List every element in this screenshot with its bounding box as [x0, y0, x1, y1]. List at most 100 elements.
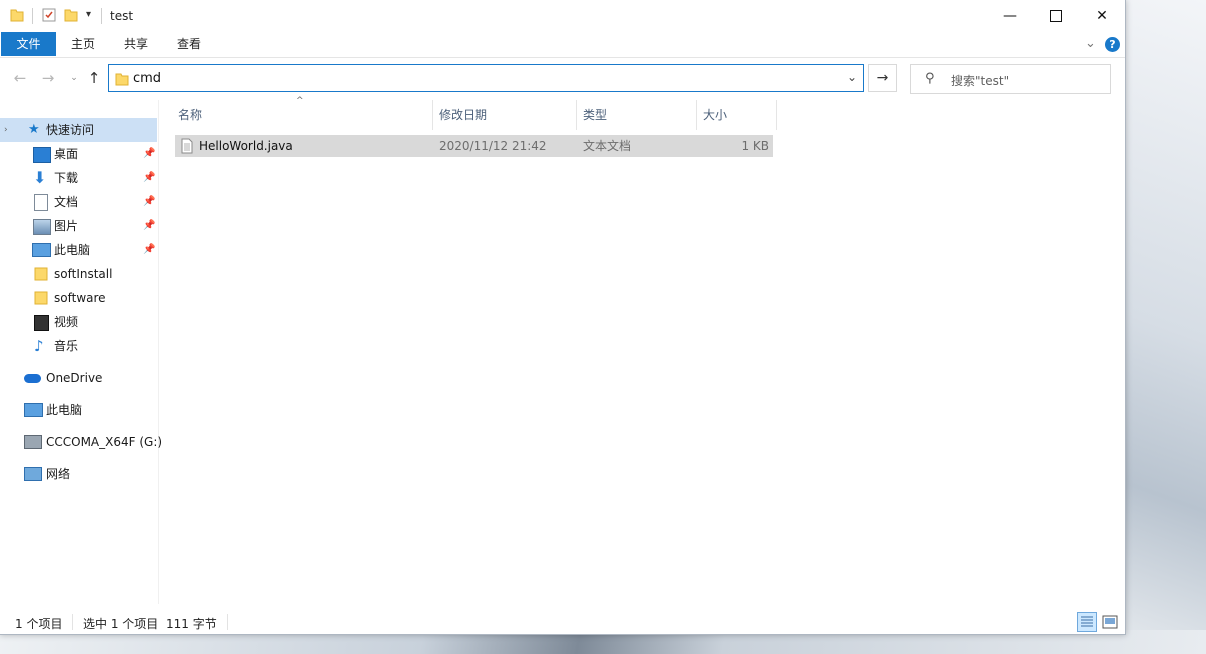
maximize-button[interactable] — [1033, 0, 1079, 32]
large-icons-view-button[interactable] — [1100, 612, 1120, 632]
tab-view[interactable]: 查看 — [166, 32, 212, 56]
sidebar-item-pictures[interactable]: 图片 📌 — [0, 214, 157, 238]
close-icon: ✕ — [1096, 8, 1108, 24]
sidebar-item-documents[interactable]: 文档 📌 — [0, 190, 157, 214]
customize-toolbar-icon[interactable]: ▾ — [86, 9, 91, 20]
folder-icon — [115, 73, 129, 86]
sidebar-item-label: 下载 — [54, 171, 79, 185]
file-explorer-window: ▾ test — ✕ 文件 主页 共享 查看 ⌄ ? ← → ⌄ ↑ cmd ⌄… — [0, 0, 1126, 635]
sidebar-item-drive-g[interactable]: CCCOMA_X64F (G:) — [0, 430, 162, 454]
sidebar-item-label: 视频 — [54, 315, 79, 329]
pictures-icon — [33, 219, 51, 235]
recent-locations-button[interactable]: ⌄ — [66, 70, 82, 86]
collapse-icon[interactable]: › — [4, 118, 8, 142]
sidebar-item-quick-access[interactable]: › ★ 快速访问 — [0, 118, 157, 142]
sidebar-item-thispc[interactable]: 此电脑 — [0, 398, 157, 422]
folder-icon — [10, 9, 24, 22]
status-bar: 1 个项目 选中 1 个项目 111 字节 — [0, 610, 1125, 634]
new-folder-icon[interactable] — [64, 8, 78, 22]
details-view-icon — [1081, 616, 1093, 627]
cloud-icon — [24, 374, 41, 383]
ribbon-tabs: 文件 主页 共享 查看 ⌄ ? — [0, 32, 1125, 58]
download-icon: ⬇ — [33, 168, 47, 187]
status-separator — [227, 614, 228, 630]
sidebar-item-downloads[interactable]: ⬇ 下载 📌 — [0, 166, 157, 190]
large-icons-view-icon — [1102, 615, 1118, 629]
column-header-size[interactable]: 大小 — [695, 100, 777, 130]
text-file-icon — [181, 138, 193, 154]
ribbon-expand-button[interactable]: ⌄ — [1085, 36, 1096, 51]
address-dropdown-icon[interactable]: ⌄ — [847, 70, 857, 84]
pane-divider[interactable] — [158, 100, 159, 604]
star-icon: ★ — [28, 122, 40, 137]
column-header-name[interactable]: 名称 — [170, 100, 433, 130]
file-modified: 2020/11/12 21:42 — [439, 139, 547, 153]
up-button[interactable]: ↑ — [86, 70, 102, 86]
sidebar-item-network[interactable]: 网络 — [0, 462, 157, 486]
sidebar-item-desktop[interactable]: 桌面 📌 — [0, 142, 157, 166]
file-size: 1 KB — [741, 139, 769, 153]
search-box[interactable]: ⚲ 搜索"test" — [910, 64, 1111, 94]
status-separator — [72, 614, 73, 630]
details-view-button[interactable] — [1077, 612, 1097, 632]
sidebar-item-thispc-pinned[interactable]: 此电脑 📌 — [0, 238, 157, 262]
computer-icon — [24, 403, 43, 417]
sidebar-item-videos[interactable]: 视频 — [0, 310, 157, 334]
close-button[interactable]: ✕ — [1079, 0, 1125, 32]
sidebar-item-label: softInstall — [54, 267, 113, 281]
drive-icon — [24, 435, 42, 449]
desktop-icon — [33, 147, 51, 163]
address-bar[interactable]: cmd ⌄ — [108, 64, 864, 92]
properties-icon[interactable] — [42, 8, 56, 22]
computer-icon — [32, 243, 51, 257]
search-placeholder[interactable]: 搜索"test" — [951, 72, 1009, 89]
sidebar-item-label: 图片 — [54, 219, 79, 233]
column-header-modified[interactable]: 修改日期 — [431, 100, 577, 130]
sidebar-item-onedrive[interactable]: OneDrive — [0, 366, 157, 390]
sidebar-item-label: 文档 — [54, 195, 79, 209]
sidebar-item-label: 此电脑 — [46, 403, 83, 417]
pin-icon: 📌 — [143, 244, 156, 255]
desktop-background — [1125, 0, 1206, 654]
title-bar: ▾ test — ✕ — [0, 0, 1125, 32]
sidebar-item-label: 音乐 — [54, 339, 79, 353]
toolbar-separator — [32, 8, 33, 24]
status-size: 111 字节 — [166, 617, 217, 631]
back-button[interactable]: ← — [12, 70, 28, 86]
document-icon — [34, 194, 48, 211]
tab-file[interactable]: 文件 — [1, 32, 56, 56]
address-path[interactable]: cmd — [133, 71, 161, 86]
window-title: test — [110, 9, 134, 23]
sidebar-item-label: CCCOMA_X64F (G:) — [46, 435, 163, 449]
minimize-button[interactable]: — — [987, 0, 1033, 32]
go-button[interactable]: → — [868, 64, 897, 92]
help-icon[interactable]: ? — [1105, 37, 1120, 52]
maximize-icon — [1050, 10, 1062, 22]
search-icon: ⚲ — [925, 71, 935, 86]
toolbar-separator — [101, 8, 102, 24]
sidebar-item-music[interactable]: ♪ 音乐 — [0, 334, 157, 358]
sidebar-item-software[interactable]: software — [0, 286, 157, 310]
pin-icon: 📌 — [143, 148, 156, 159]
status-item-count: 1 个项目 — [15, 617, 63, 631]
network-icon — [24, 467, 42, 481]
tab-home[interactable]: 主页 — [60, 32, 106, 56]
table-row[interactable]: HelloWorld.java 2020/11/12 21:42 文本文档 1 … — [175, 135, 773, 157]
status-selected: 选中 1 个项目 — [83, 617, 159, 631]
sidebar-item-label: OneDrive — [46, 371, 103, 385]
file-name[interactable]: HelloWorld.java — [199, 135, 293, 157]
music-icon: ♪ — [34, 337, 44, 355]
minimize-icon: — — [1003, 8, 1017, 24]
pin-icon: 📌 — [143, 196, 156, 207]
pin-icon: 📌 — [143, 220, 156, 231]
sidebar-item-label: 此电脑 — [54, 243, 91, 257]
video-icon — [34, 315, 49, 331]
folder-icon — [34, 267, 48, 281]
sidebar-item-label: software — [54, 291, 106, 305]
forward-button[interactable]: → — [40, 70, 56, 86]
column-header-type[interactable]: 类型 — [575, 100, 697, 130]
file-type: 文本文档 — [583, 139, 632, 153]
sidebar-item-label: 桌面 — [54, 147, 79, 161]
tab-share[interactable]: 共享 — [113, 32, 159, 56]
sidebar-item-softinstall[interactable]: softInstall — [0, 262, 157, 286]
